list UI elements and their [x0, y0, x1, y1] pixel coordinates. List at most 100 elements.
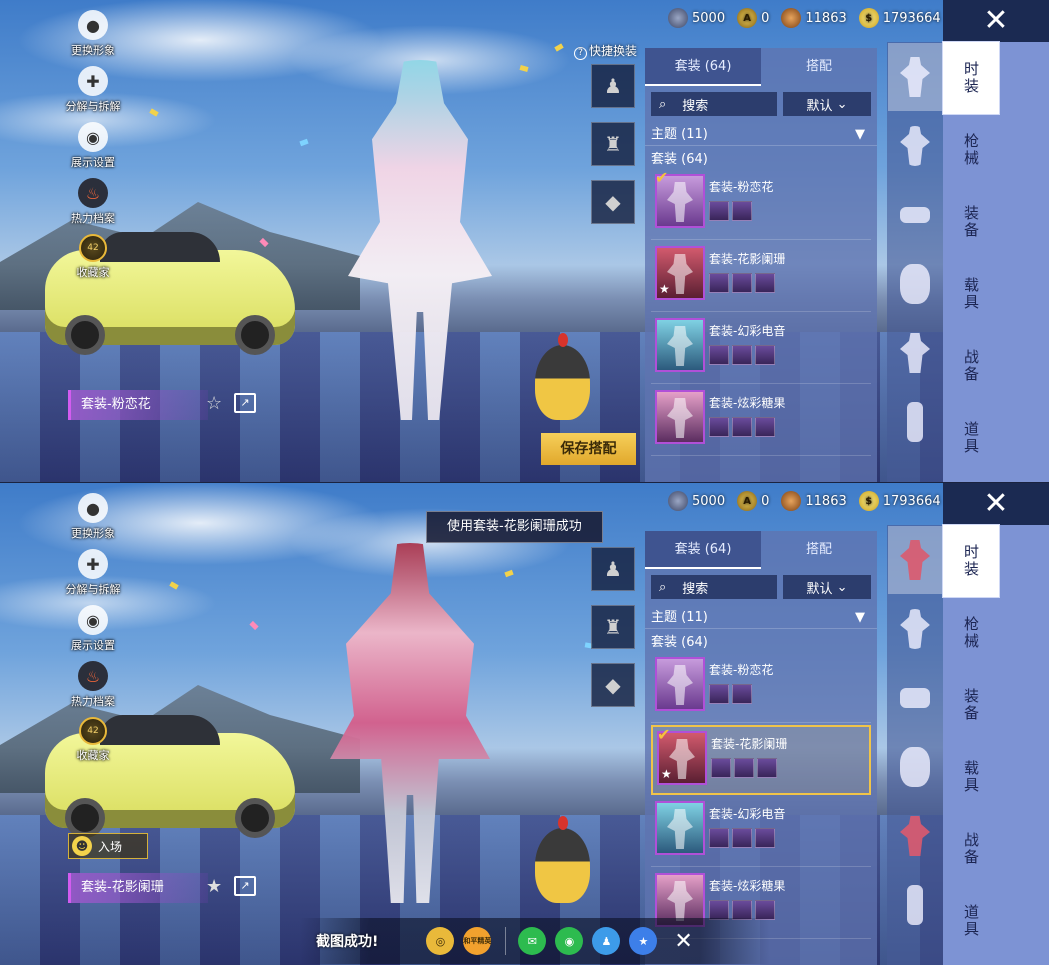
quick-slot-outfit[interactable]: ♟: [591, 64, 635, 108]
quick-slot-diamond[interactable]: ◆: [591, 180, 635, 224]
save-outfit-button[interactable]: 保存搭配: [541, 433, 636, 465]
theme-filter[interactable]: 主题 (11) ▼: [645, 605, 877, 629]
chevron-down-icon: ⌄: [836, 579, 848, 595]
game-share-icon[interactable]: ◎: [426, 927, 455, 955]
category-pants-icon[interactable]: [888, 871, 942, 939]
quick-slot-diamond[interactable]: ◆: [591, 663, 635, 707]
collector-button[interactable]: 42 收藏家: [58, 717, 128, 763]
tab-combos[interactable]: 搭配: [761, 48, 877, 86]
tab-outfits[interactable]: 套装 (64): [645, 48, 761, 86]
bronze-coin-icon: [781, 491, 802, 511]
search-button[interactable]: ⌕ 搜索: [651, 92, 777, 116]
peace-elite-icon[interactable]: 和平精英: [463, 927, 492, 955]
sort-dropdown[interactable]: 默认 ⌄: [783, 92, 871, 116]
search-icon: ⌕: [659, 579, 667, 595]
tab-outfits[interactable]: 套装 (64): [645, 531, 761, 569]
list-item[interactable]: 套装-炫彩糖果: [651, 386, 871, 456]
qq-icon[interactable]: ♟: [592, 927, 621, 955]
search-button[interactable]: ⌕ 搜索: [651, 575, 777, 599]
category-gloves-icon[interactable]: [888, 664, 942, 732]
quick-slot-outfit[interactable]: ♟: [591, 547, 635, 591]
nav-equipment[interactable]: 装备: [943, 669, 999, 741]
category-icon-bar: [887, 42, 943, 482]
bp-coin-icon: $: [858, 491, 879, 511]
dropdown-triangle-icon: ▼: [855, 610, 865, 625]
collector-badge-icon: 42: [79, 717, 107, 745]
favorite-star-icon[interactable]: ★: [206, 876, 222, 897]
theme-filter[interactable]: 主题 (11) ▼: [645, 122, 877, 146]
pet-companion[interactable]: [535, 816, 590, 903]
list-item[interactable]: ★ 套装-花影阑珊: [651, 242, 871, 312]
nav-vehicles[interactable]: 载具: [943, 258, 999, 330]
quick-slot-emblem[interactable]: ♜: [591, 605, 635, 649]
outfit-thumbnail: [655, 801, 705, 855]
change-avatar-button[interactable]: ● 更换形象: [58, 10, 128, 58]
category-glasses-icon[interactable]: [888, 181, 942, 249]
list-item[interactable]: 套装-粉恋花: [651, 653, 871, 723]
wechat-icon[interactable]: ✉: [518, 927, 547, 955]
nav-battle-prep[interactable]: 战备: [943, 330, 999, 402]
share-icon[interactable]: ↗: [234, 876, 256, 896]
nav-weapons[interactable]: 枪械: [943, 114, 999, 186]
change-avatar-button[interactable]: ● 更换形象: [58, 493, 128, 541]
decompose-button[interactable]: ✚ 分解与拆解: [58, 549, 128, 597]
screenshot-success-text: 截图成功!: [316, 934, 379, 950]
favorite-star-icon[interactable]: ☆: [206, 393, 222, 414]
category-pants-icon[interactable]: [888, 388, 942, 456]
nav-vehicles[interactable]: 载具: [943, 741, 999, 813]
list-item[interactable]: 套装-幻彩电音: [651, 314, 871, 384]
close-share-icon[interactable]: ✕: [674, 929, 692, 954]
current-outfit-label: 套装-花影阑珊: [68, 873, 208, 903]
category-accessory-icon[interactable]: [888, 112, 942, 180]
avatar-icon: ●: [78, 493, 108, 523]
close-button[interactable]: ✕: [943, 483, 1049, 525]
category-accessory-icon[interactable]: [888, 595, 942, 663]
decompose-button[interactable]: ✚ 分解与拆解: [58, 66, 128, 114]
display-settings-button[interactable]: ◉ 展示设置: [58, 122, 128, 170]
screenshot-share-bar: 截图成功! ◎ 和平精英 ✉ ◉ ♟ ★ ✕: [300, 918, 770, 964]
dropdown-triangle-icon: ▼: [855, 127, 865, 142]
outfit-thumbnail: ★: [655, 246, 705, 300]
nav-equipment[interactable]: 装备: [943, 186, 999, 258]
wardrobe-screen-before: ● 更换形象 ✚ 分解与拆解 ◉ 展示设置 ♨ 热力档案 42 收藏家 套装-粉…: [0, 0, 1049, 482]
search-icon: ⌕: [659, 96, 667, 112]
entrance-button[interactable]: ☻ 入场: [68, 833, 148, 859]
nav-fashion[interactable]: 时装: [943, 42, 999, 114]
display-settings-button[interactable]: ◉ 展示设置: [58, 605, 128, 653]
heat-profile-button[interactable]: ♨ 热力档案: [58, 178, 128, 226]
heat-profile-button[interactable]: ♨ 热力档案: [58, 661, 128, 709]
nav-battle-prep[interactable]: 战备: [943, 813, 999, 885]
nav-items[interactable]: 道具: [943, 885, 999, 957]
sort-dropdown[interactable]: 默认 ⌄: [783, 575, 871, 599]
outfit-slot-icon: ♟: [604, 557, 622, 581]
pet-companion[interactable]: [535, 333, 590, 420]
currency-bar: 5000 A0 11863 $1793664: [668, 8, 953, 28]
nav-fashion[interactable]: 时装: [943, 525, 999, 597]
moments-icon[interactable]: ◉: [555, 927, 584, 955]
diamond-icon: ◆: [605, 190, 621, 214]
gold-badge-icon: A: [737, 491, 758, 511]
category-outfit-icon[interactable]: [888, 43, 942, 111]
quick-swap-label[interactable]: ? 快捷换装: [574, 42, 637, 60]
collector-button[interactable]: 42 收藏家: [58, 234, 128, 280]
share-icon[interactable]: ↗: [234, 393, 256, 413]
category-mask-icon[interactable]: [888, 250, 942, 318]
tab-combos[interactable]: 搭配: [761, 531, 877, 569]
list-item[interactable]: ✔ 套装-粉恋花: [651, 168, 871, 240]
list-item-selected[interactable]: ★ ✔ 套装-花影阑珊: [651, 725, 871, 795]
eye-icon: ◉: [78, 122, 108, 152]
list-item[interactable]: 套装-幻彩电音: [651, 797, 871, 867]
equipped-check-icon: ✔: [655, 168, 669, 187]
qzone-star-icon[interactable]: ★: [629, 927, 658, 955]
flame-icon: ♨: [78, 178, 108, 208]
category-top-icon[interactable]: [888, 802, 942, 870]
chevron-down-icon: ⌄: [836, 96, 848, 112]
collector-badge-icon: 42: [79, 234, 107, 262]
category-top-icon[interactable]: [888, 319, 942, 387]
nav-weapons[interactable]: 枪械: [943, 597, 999, 669]
quick-slot-emblem[interactable]: ♜: [591, 122, 635, 166]
nav-items[interactable]: 道具: [943, 402, 999, 474]
close-button[interactable]: ✕: [943, 0, 1049, 42]
category-mask-icon[interactable]: [888, 733, 942, 801]
category-outfit-icon[interactable]: [888, 526, 942, 594]
